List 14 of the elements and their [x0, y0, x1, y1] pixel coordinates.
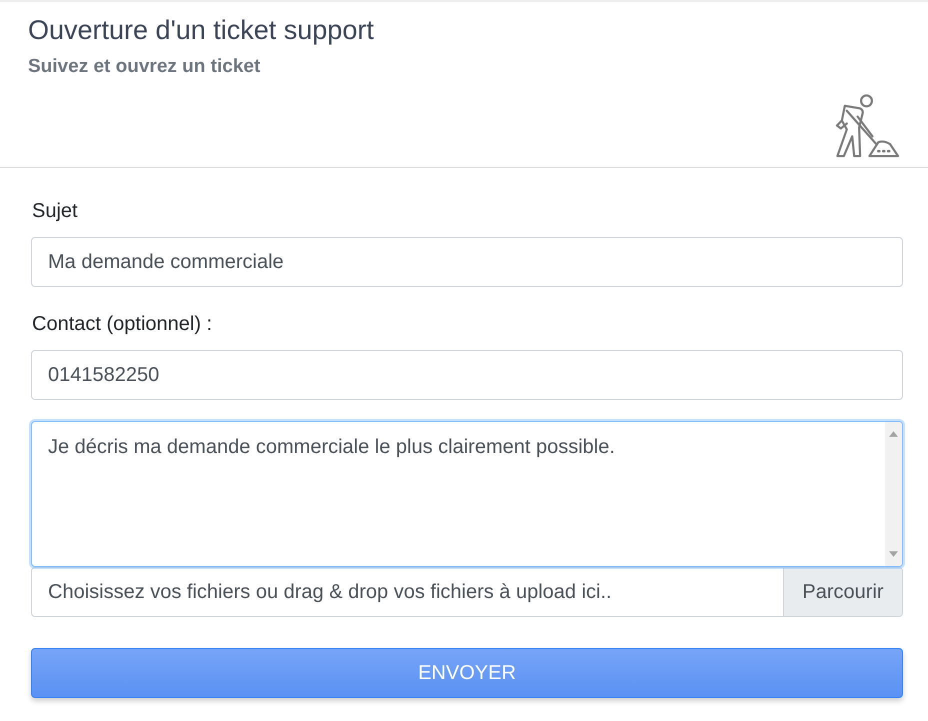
text-field[interactable]: Ma demande commerciale — [31, 237, 903, 287]
field-label: Sujet — [32, 199, 78, 223]
browse-button[interactable]: Parcourir — [783, 568, 902, 616]
text-field[interactable]: 0141582250 — [31, 350, 903, 400]
scroll-down-icon[interactable] — [889, 551, 898, 557]
message-field[interactable]: Je décris ma demande commerciale le plus clairement possible. — [31, 421, 903, 567]
file-upload-field[interactable]: Choisissez vos fichiers ou drag & drop vos fichiers à upload ici.. Parcourir — [31, 567, 903, 617]
scroll-up-icon[interactable] — [889, 431, 898, 437]
file-upload-label[interactable]: Choisissez vos fichiers ou drag & drop vos fichiers à upload ici.. — [32, 568, 783, 616]
page-subtitle: Suivez et ouvrez un ticket — [28, 55, 260, 79]
person-shoveling-icon — [833, 93, 900, 158]
field-label: Contact (optionnel) : — [32, 312, 212, 336]
scrollbar[interactable] — [885, 422, 902, 566]
page-title: Ouverture d'un ticket support — [28, 14, 374, 46]
